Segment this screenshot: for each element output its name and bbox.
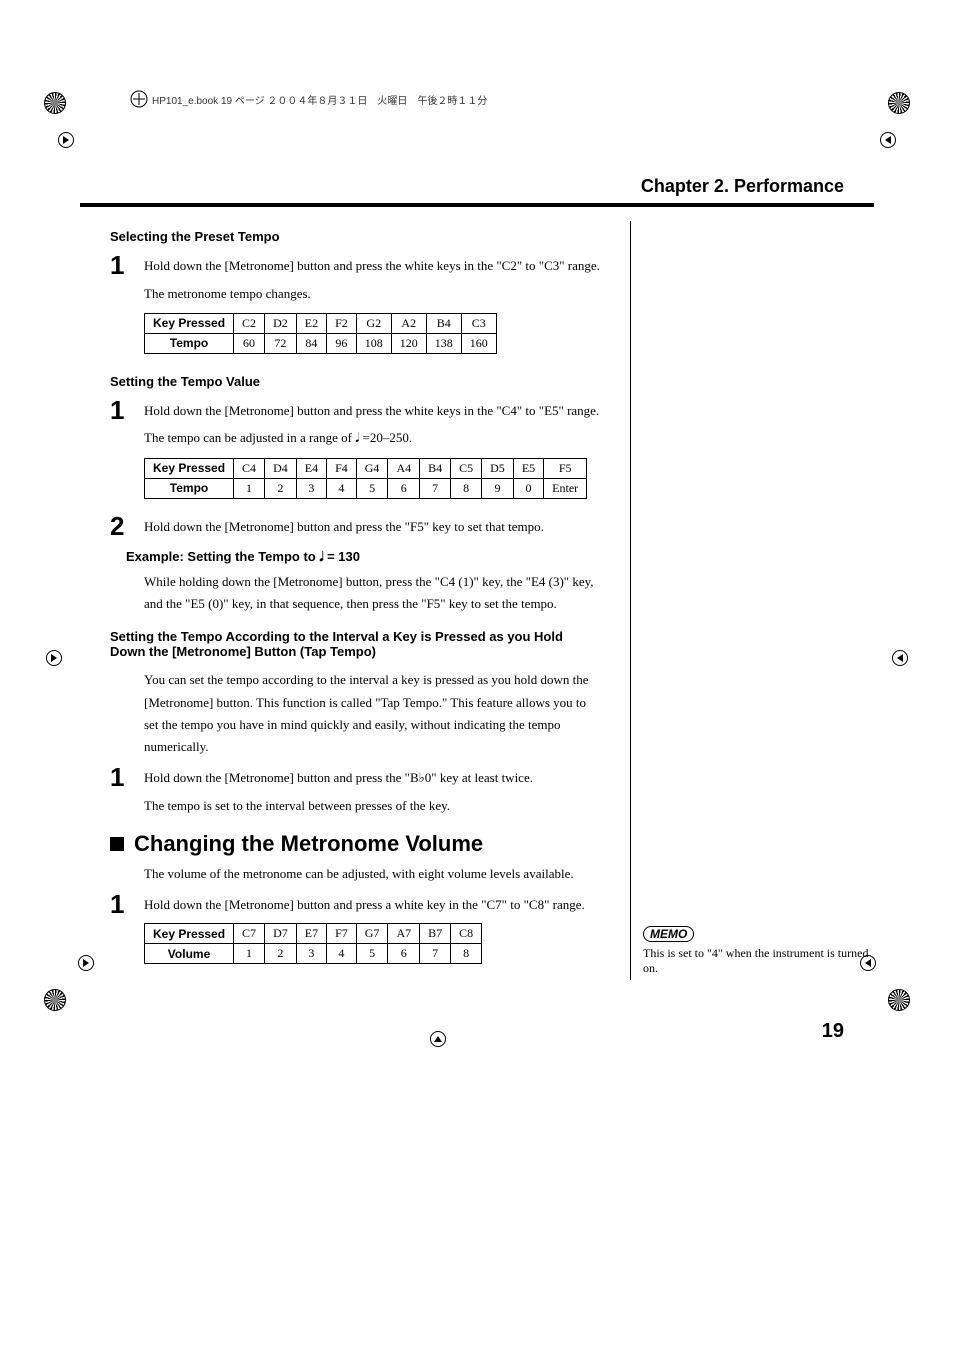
memo-label: MEMO — [643, 926, 694, 942]
book-icon — [130, 90, 148, 108]
table-cell: F2 — [327, 313, 357, 333]
volume-intro: The volume of the metronome can be adjus… — [144, 863, 600, 885]
table-head: Key Pressed — [145, 458, 234, 478]
table-head: Volume — [145, 944, 234, 964]
table-cell: 8 — [451, 478, 482, 498]
table-cell: C8 — [451, 924, 482, 944]
print-header: HP101_e.book 19 ページ ２００４年８月３１日 火曜日 午後２時１… — [130, 90, 874, 108]
table-cell: Enter — [544, 478, 587, 498]
table-cell: 5 — [356, 478, 388, 498]
table-cell: A4 — [388, 458, 420, 478]
table-cell: E5 — [513, 458, 543, 478]
table-head: Key Pressed — [145, 313, 234, 333]
table-cell: 108 — [356, 333, 391, 353]
preset-step1: Hold down the [Metronome] button and pre… — [144, 254, 600, 279]
step-number: 1 — [110, 764, 132, 790]
page-number: 19 — [80, 1020, 844, 1043]
print-header-text: HP101_e.book 19 ページ ２００４年８月３１日 火曜日 午後２時１… — [152, 92, 487, 107]
table-cell: G7 — [356, 924, 388, 944]
preset-heading: Selecting the Preset Tempo — [110, 229, 600, 244]
table-head: Tempo — [145, 333, 234, 353]
table-cell: 120 — [391, 333, 426, 353]
table-cell: E2 — [296, 313, 326, 333]
table-cell: 9 — [482, 478, 514, 498]
table-cell: 1 — [234, 944, 265, 964]
table-cell: D5 — [482, 458, 514, 478]
table-cell: 84 — [296, 333, 326, 353]
volume-table: Key Pressed C7 D7 E7 F7 G7 A7 B7 C8 Volu… — [144, 923, 482, 964]
table-cell: F4 — [327, 458, 357, 478]
tempo-value-heading: Setting the Tempo Value — [110, 374, 600, 389]
step-number: 1 — [110, 397, 132, 423]
table-cell: 7 — [420, 478, 451, 498]
table-cell: 7 — [420, 944, 451, 964]
table-cell: C4 — [234, 458, 265, 478]
table-cell: F5 — [544, 458, 587, 478]
table-cell: 6 — [388, 944, 420, 964]
table-cell: 3 — [296, 478, 326, 498]
table-cell: C2 — [234, 313, 265, 333]
table-cell: D7 — [265, 924, 297, 944]
table-cell: F7 — [327, 924, 357, 944]
table-cell: 2 — [265, 478, 297, 498]
step-number: 2 — [110, 513, 132, 539]
table-cell: 4 — [327, 478, 357, 498]
table-cell: E4 — [296, 458, 326, 478]
example-body: While holding down the [Metronome] butto… — [144, 571, 600, 615]
table-cell: C7 — [234, 924, 265, 944]
square-bullet-icon — [110, 837, 124, 851]
tempo-value-step2: Hold down the [Metronome] button and pre… — [144, 515, 600, 540]
table-cell: B7 — [420, 924, 451, 944]
table-cell: A2 — [391, 313, 426, 333]
table-cell: 96 — [327, 333, 357, 353]
table-cell: 8 — [451, 944, 482, 964]
volume-heading: Changing the Metronome Volume — [134, 831, 483, 857]
table-cell: 3 — [296, 944, 326, 964]
example-heading: Example: Setting the Tempo to 𝅘𝅥 = 130 — [126, 549, 600, 565]
table-cell: 160 — [461, 333, 496, 353]
table-cell: D4 — [265, 458, 297, 478]
sidebar: MEMO This is set to "4" when the instrum… — [630, 221, 874, 980]
tap-note: The tempo is set to the interval between… — [144, 795, 600, 817]
table-cell: B4 — [426, 313, 461, 333]
table-cell: 5 — [356, 944, 388, 964]
table-cell: 6 — [388, 478, 420, 498]
memo-text: This is set to "4" when the instrument i… — [643, 946, 874, 976]
preset-tempo-table: Key Pressed C2 D2 E2 F2 G2 A2 B4 C3 Temp… — [144, 313, 497, 354]
table-cell: 60 — [234, 333, 265, 353]
table-cell: 72 — [265, 333, 297, 353]
tempo-value-step1: Hold down the [Metronome] button and pre… — [144, 399, 600, 424]
table-head: Key Pressed — [145, 924, 234, 944]
title-rule — [80, 203, 874, 207]
step-number: 1 — [110, 252, 132, 278]
main-content: Selecting the Preset Tempo 1 Hold down t… — [80, 221, 610, 980]
table-cell: C3 — [461, 313, 496, 333]
table-cell: 4 — [327, 944, 357, 964]
tempo-value-table: Key Pressed C4 D4 E4 F4 G4 A4 B4 C5 D5 E… — [144, 458, 587, 499]
table-cell: 0 — [513, 478, 543, 498]
table-cell: G4 — [356, 458, 388, 478]
tap-step1: Hold down the [Metronome] button and pre… — [144, 766, 600, 791]
preset-note: The metronome tempo changes. — [144, 283, 600, 305]
table-cell: B4 — [420, 458, 451, 478]
table-cell: C5 — [451, 458, 482, 478]
table-cell: 2 — [265, 944, 297, 964]
volume-step1: Hold down the [Metronome] button and pre… — [144, 893, 600, 918]
table-cell: E7 — [296, 924, 326, 944]
table-cell: 138 — [426, 333, 461, 353]
step-number: 1 — [110, 891, 132, 917]
chapter-title: Chapter 2. Performance — [80, 176, 844, 197]
table-cell: D2 — [265, 313, 297, 333]
table-head: Tempo — [145, 478, 234, 498]
tap-heading: Setting the Tempo According to the Inter… — [110, 629, 600, 659]
table-cell: 1 — [234, 478, 265, 498]
tempo-value-note: The tempo can be adjusted in a range of … — [144, 427, 600, 449]
tap-intro: You can set the tempo according to the i… — [144, 669, 600, 757]
table-cell: G2 — [356, 313, 391, 333]
table-cell: A7 — [388, 924, 420, 944]
